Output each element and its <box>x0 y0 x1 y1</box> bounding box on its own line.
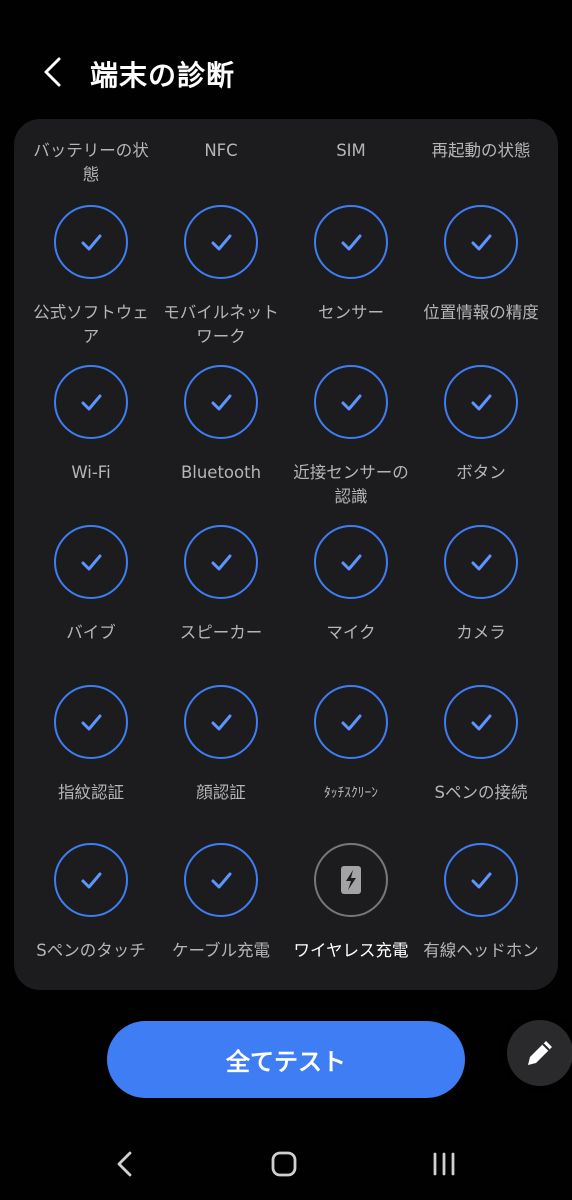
system-navigation-bar <box>0 1130 572 1200</box>
check-icon <box>81 554 102 571</box>
status-circle <box>184 365 258 439</box>
diagnostic-label: Sペンの接続 <box>434 783 528 802</box>
check-icon <box>211 234 232 251</box>
status-circle <box>444 685 518 759</box>
status-circle <box>314 525 388 599</box>
diagnostic-label: 近接センサーの認識 <box>293 463 409 506</box>
status-circle <box>314 205 388 279</box>
diagnostic-label: カメラ <box>456 623 506 642</box>
diagnostic-label: 公式ソフトウェア <box>33 303 149 346</box>
app-header: 端末の診断 <box>0 40 572 104</box>
diagnostic-label: Bluetooth <box>180 463 262 482</box>
check-icon <box>471 554 492 571</box>
check-icon <box>211 554 232 571</box>
status-circle <box>444 365 518 439</box>
check-icon <box>81 714 102 731</box>
status-circle <box>54 205 128 279</box>
check-icon <box>471 872 492 889</box>
diagnostic-label: ﾀｯﾁｽｸﾘｰﾝ <box>324 785 378 801</box>
status-circle <box>54 365 128 439</box>
diagnostics-grid: バッテリーの状態 NFC SIM 再起動の状態公式ソフトウェア モバイルネットワーク セン… <box>14 119 558 990</box>
diagnostic-label: 顔認証 <box>196 783 246 802</box>
nav-home-icon <box>271 1151 297 1177</box>
nav-recents-icon <box>433 1152 455 1176</box>
check-icon <box>211 714 232 731</box>
chevron-left-icon <box>44 57 61 87</box>
test-all-button[interactable]: 全てテスト <box>107 1021 465 1098</box>
check-icon <box>81 872 102 889</box>
diagnostic-label: ボタン <box>456 463 506 482</box>
check-icon <box>341 234 362 251</box>
diagnostic-label: SIM <box>336 141 366 160</box>
back-button[interactable] <box>34 52 74 92</box>
check-icon <box>81 234 102 251</box>
diagnostic-label: 再起動の状態 <box>431 141 531 160</box>
status-circle <box>184 205 258 279</box>
nav-back-icon <box>117 1151 132 1177</box>
diagnostic-label: 指紋認証 <box>58 783 124 802</box>
check-icon <box>81 394 102 411</box>
diagnostic-label: 位置情報の精度 <box>423 303 539 322</box>
status-circle <box>184 685 258 759</box>
status-circle <box>314 365 388 439</box>
check-icon <box>341 714 362 731</box>
status-circle <box>54 685 128 759</box>
diagnostic-label: Wi-Fi <box>71 463 111 482</box>
check-icon <box>341 554 362 571</box>
diagnostic-label: ワイヤレス充電 <box>293 941 409 960</box>
diagnostic-label: NFC <box>204 141 238 160</box>
diagnostic-label: スピーカー <box>179 623 263 642</box>
check-icon <box>471 714 492 731</box>
diagnostic-label: バッテリーの状態 <box>33 141 149 184</box>
diagnostic-label: Sペンのタッチ <box>36 941 146 960</box>
status-circle <box>444 843 518 917</box>
pencil-icon <box>528 1041 552 1065</box>
diagnostic-label: 有線ヘッドホン <box>423 941 539 960</box>
status-circle <box>184 843 258 917</box>
check-icon <box>471 394 492 411</box>
wireless-charging-icon <box>341 866 361 894</box>
status-circle <box>314 685 388 759</box>
nav-home-button[interactable] <box>260 1144 308 1184</box>
diagnostic-label: バイブ <box>66 623 116 642</box>
status-circle <box>54 843 128 917</box>
diagnostic-label: マイク <box>326 623 376 642</box>
check-icon <box>341 394 362 411</box>
diagnostic-label: センサー <box>318 303 384 322</box>
diagnostic-label: ケーブル充電 <box>171 941 270 960</box>
check-icon <box>211 394 232 411</box>
diagnostic-label: モバイルネットワーク <box>163 303 279 346</box>
status-circle <box>184 525 258 599</box>
page-title: 端末の診断 <box>90 59 236 92</box>
check-icon <box>471 234 492 251</box>
edit-button[interactable] <box>507 1020 572 1086</box>
status-circle <box>444 205 518 279</box>
status-circle <box>444 525 518 599</box>
status-circle <box>314 843 388 917</box>
nav-recents-button[interactable] <box>420 1144 468 1184</box>
nav-back-button[interactable] <box>100 1144 148 1184</box>
check-icon <box>211 872 232 889</box>
status-circle <box>54 525 128 599</box>
